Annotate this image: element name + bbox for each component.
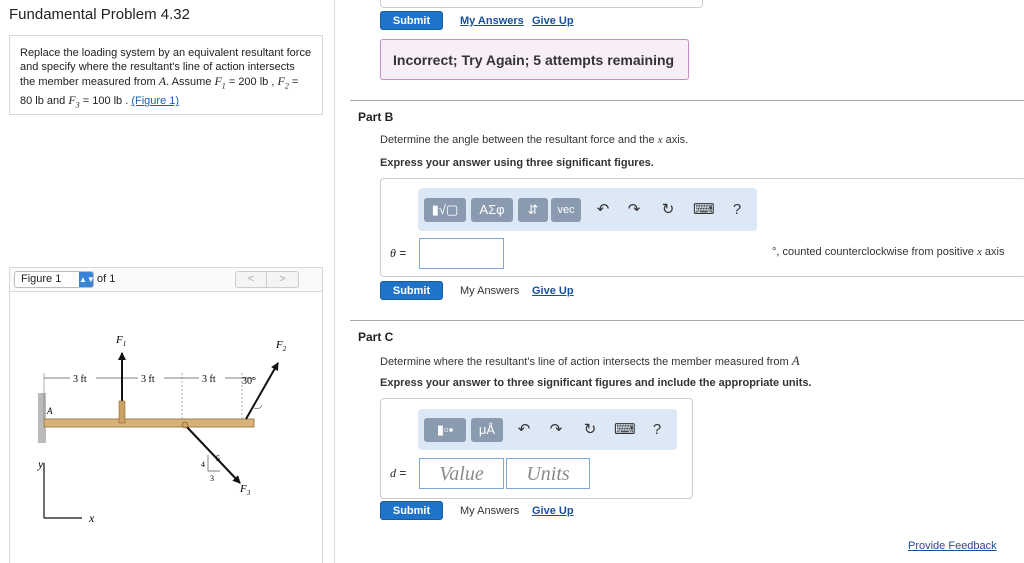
units-input[interactable]: Units (506, 458, 590, 489)
part-b-label: Part B (358, 110, 394, 124)
beam-figure: 3 ft 3 ft 3 ft 30° A F1 F2 F3 4 5 3 y x (37, 334, 287, 525)
part-a-give-up-link[interactable]: Give Up (532, 15, 574, 27)
figure-header: Figure 1 ▲▼ of 1 < > (10, 268, 322, 292)
fig-f3-label: F3 (239, 483, 251, 497)
d-label: d = (390, 466, 407, 480)
figure-point-a: A (46, 406, 53, 416)
part-a-my-answers-link[interactable]: My Answers (460, 15, 524, 27)
dim-label-2: 3 ft (141, 374, 155, 385)
part-c-toolbar: ▮▫▪ μÅ ↶ ↷ ↻ ⌨ ? (418, 409, 677, 450)
part-c-instruction: Determine where the resultant's line of … (380, 353, 800, 368)
figure-select-value: Figure 1 (21, 273, 62, 285)
keyboard-icon[interactable]: ⌨ (614, 418, 636, 442)
part-c-divider (350, 320, 1024, 321)
part-b-toolbar: ▮√▢ ΑΣφ ⇵ vec ↶ ↷ ↻ ⌨ ? (418, 188, 757, 231)
provide-feedback-link[interactable]: Provide Feedback (908, 540, 997, 552)
next-figure-button[interactable]: > (267, 271, 299, 288)
prev-figure-button[interactable]: < (235, 271, 267, 288)
select-updown-icon: ▲▼ (79, 272, 95, 287)
dim-label-3: 3 ft (202, 374, 216, 385)
theta-label: θ = (390, 246, 407, 260)
figure-select[interactable]: Figure 1 ▲▼ (14, 271, 95, 288)
undo-icon[interactable]: ↶ (514, 418, 534, 442)
y-axis-label: y (37, 457, 44, 471)
problem-statement: Replace the loading system by an equival… (9, 35, 323, 115)
f3-symbol: F3 (68, 93, 80, 110)
part-b-submit-button[interactable]: Submit (380, 281, 443, 300)
part-b-sigfig-instruction: Express your answer using three signific… (380, 157, 654, 169)
part-c-my-answers: My Answers (460, 505, 520, 517)
templates-button[interactable]: ▮√▢ (424, 198, 466, 222)
part-b-my-answers: My Answers (460, 285, 520, 297)
f3-value: = 100 lb . (79, 95, 129, 108)
value-input[interactable]: Value (419, 458, 504, 489)
beam (43, 418, 255, 428)
part-a-submit-button[interactable]: Submit (380, 11, 443, 30)
part-b-divider (350, 100, 1024, 101)
f1-symbol: F1 (214, 74, 226, 91)
keyboard-icon[interactable]: ⌨ (693, 198, 715, 222)
f2-arrow (245, 362, 279, 420)
problem-title: Fundamental Problem 4.32 (9, 6, 190, 23)
vector-button[interactable]: vec (551, 198, 581, 222)
part-c-give-up-link[interactable]: Give Up (532, 505, 574, 517)
f1-value: = 200 lb , (225, 76, 275, 88)
slope-4: 4 (201, 460, 205, 469)
reset-icon[interactable]: ↻ (580, 418, 600, 442)
templates-button[interactable]: ▮▫▪ (424, 418, 466, 442)
problem-text-2: . Assume (166, 76, 212, 88)
redo-icon[interactable]: ↷ (624, 198, 644, 222)
slope-3: 3 (210, 474, 214, 483)
incorrect-feedback: Incorrect; Try Again; 5 attempts remaini… (380, 39, 689, 80)
previous-answer-panel (380, 0, 703, 8)
help-icon[interactable]: ? (647, 418, 667, 442)
figure-panel: Figure 1 ▲▼ of 1 < > 3 ft 3 ft 3 ft 30° … (9, 267, 323, 563)
angle-label: 30° (242, 376, 256, 387)
theta-input[interactable] (419, 238, 504, 269)
fig-f1-label: F1 (115, 334, 126, 348)
dim-label-1: 3 ft (73, 374, 87, 385)
part-c-label: Part C (358, 330, 394, 344)
part-c-submit-button[interactable]: Submit (380, 501, 443, 520)
x-axis-label: x (88, 511, 95, 525)
f2-symbol: F2 (277, 74, 289, 91)
part-c-units-instruction: Express your answer to three significant… (380, 377, 812, 389)
redo-icon[interactable]: ↷ (546, 418, 566, 442)
theta-unit-text: °, counted counterclockwise from positiv… (772, 246, 1005, 258)
figure-link[interactable]: (Figure 1) (131, 95, 179, 107)
part-b-instruction: Determine the angle between the resultan… (380, 134, 689, 146)
help-icon[interactable]: ? (727, 198, 747, 222)
wall-support (38, 393, 46, 443)
units-button[interactable]: μÅ (471, 418, 503, 442)
arrows-button[interactable]: ⇵ (518, 198, 548, 222)
slope-5: 5 (216, 454, 220, 463)
figure-count: of 1 (97, 273, 116, 285)
reset-icon[interactable]: ↻ (658, 198, 678, 222)
fig-f2-label: F2 (275, 339, 287, 353)
undo-icon[interactable]: ↶ (593, 198, 613, 222)
greek-symbols-button[interactable]: ΑΣφ (471, 198, 513, 222)
part-b-give-up-link[interactable]: Give Up (532, 285, 574, 297)
